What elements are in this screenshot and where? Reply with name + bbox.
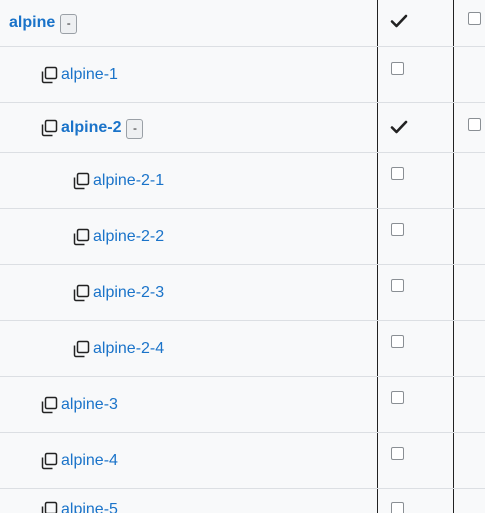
extra-column-cell bbox=[455, 489, 485, 513]
copy-icon bbox=[73, 172, 90, 189]
check-column-cell bbox=[377, 47, 454, 102]
extra-column-cell bbox=[455, 265, 485, 320]
extra-column-cell bbox=[455, 153, 485, 208]
name-cell: alpine-2-2 bbox=[0, 209, 377, 264]
folder-tree-table: alpine - alpine-1 alpine-2 - alpine-2-1 … bbox=[0, 0, 485, 513]
name-cell: alpine-2-4 bbox=[0, 321, 377, 376]
name-cell: alpine-2-3 bbox=[0, 265, 377, 320]
tree-row-alpine-1: alpine-1 bbox=[0, 47, 485, 103]
tree-row-alpine: alpine - bbox=[0, 0, 485, 47]
checkmark-icon[interactable] bbox=[390, 12, 408, 30]
select-checkbox[interactable] bbox=[391, 391, 404, 404]
extra-checkbox[interactable] bbox=[468, 118, 481, 131]
extra-column-cell bbox=[455, 47, 485, 102]
name-cell: alpine-2 - bbox=[0, 103, 377, 152]
copy-icon bbox=[41, 119, 58, 136]
extra-column-cell bbox=[455, 209, 485, 264]
extra-checkbox[interactable] bbox=[468, 12, 481, 25]
check-column-cell bbox=[377, 103, 454, 152]
name-cell: alpine-4 bbox=[0, 433, 377, 488]
select-checkbox[interactable] bbox=[391, 223, 404, 236]
folder-link-alpine-1[interactable]: alpine-1 bbox=[61, 66, 118, 84]
check-column-cell bbox=[377, 153, 454, 208]
check-column-cell bbox=[377, 433, 454, 488]
name-cell: alpine-3 bbox=[0, 377, 377, 432]
select-checkbox[interactable] bbox=[391, 279, 404, 292]
copy-icon bbox=[41, 452, 58, 469]
select-checkbox[interactable] bbox=[391, 62, 404, 75]
folder-link-alpine-2-4[interactable]: alpine-2-4 bbox=[93, 340, 164, 358]
copy-icon bbox=[73, 284, 90, 301]
select-checkbox[interactable] bbox=[391, 167, 404, 180]
check-column-cell bbox=[377, 321, 454, 376]
folder-link-alpine-2-3[interactable]: alpine-2-3 bbox=[93, 284, 164, 302]
collapse-toggle-button[interactable]: - bbox=[126, 118, 144, 139]
folder-link-alpine-2[interactable]: alpine-2 bbox=[61, 119, 121, 137]
name-cell: alpine-5 bbox=[0, 489, 377, 513]
check-column-cell bbox=[377, 489, 454, 513]
copy-icon bbox=[73, 228, 90, 245]
tree-row-alpine-2-3: alpine-2-3 bbox=[0, 265, 485, 321]
name-cell: alpine-1 bbox=[0, 47, 377, 102]
check-column-cell bbox=[377, 377, 454, 432]
select-checkbox[interactable] bbox=[391, 335, 404, 348]
tree-row-alpine-2-1: alpine-2-1 bbox=[0, 153, 485, 209]
folder-link-alpine-3[interactable]: alpine-3 bbox=[61, 396, 118, 414]
copy-icon bbox=[41, 66, 58, 83]
extra-column-cell bbox=[455, 103, 485, 152]
copy-icon bbox=[41, 501, 58, 513]
folder-link-alpine-2-1[interactable]: alpine-2-1 bbox=[93, 172, 164, 190]
check-column-cell bbox=[377, 265, 454, 320]
extra-column-cell bbox=[455, 321, 485, 376]
tree-row-alpine-2-2: alpine-2-2 bbox=[0, 209, 485, 265]
collapse-toggle-button[interactable]: - bbox=[60, 14, 78, 34]
tree-row-alpine-3: alpine-3 bbox=[0, 377, 485, 433]
tree-row-alpine-4: alpine-4 bbox=[0, 433, 485, 489]
check-column-cell bbox=[377, 209, 454, 264]
copy-icon bbox=[73, 340, 90, 357]
folder-link-alpine[interactable]: alpine bbox=[9, 14, 55, 32]
select-checkbox[interactable] bbox=[391, 502, 404, 513]
extra-column-cell bbox=[455, 0, 485, 46]
copy-icon bbox=[41, 396, 58, 413]
check-column-cell bbox=[377, 0, 454, 46]
name-cell: alpine - bbox=[0, 0, 377, 46]
folder-link-alpine-2-2[interactable]: alpine-2-2 bbox=[93, 228, 164, 246]
select-checkbox[interactable] bbox=[391, 447, 404, 460]
name-cell: alpine-2-1 bbox=[0, 153, 377, 208]
folder-link-alpine-5[interactable]: alpine-5 bbox=[61, 501, 118, 513]
tree-row-alpine-2-4: alpine-2-4 bbox=[0, 321, 485, 377]
extra-column-cell bbox=[455, 377, 485, 432]
tree-row-alpine-5: alpine-5 bbox=[0, 489, 485, 513]
extra-column-cell bbox=[455, 433, 485, 488]
folder-link-alpine-4[interactable]: alpine-4 bbox=[61, 452, 118, 470]
tree-row-alpine-2: alpine-2 - bbox=[0, 103, 485, 153]
checkmark-icon[interactable] bbox=[390, 118, 408, 136]
